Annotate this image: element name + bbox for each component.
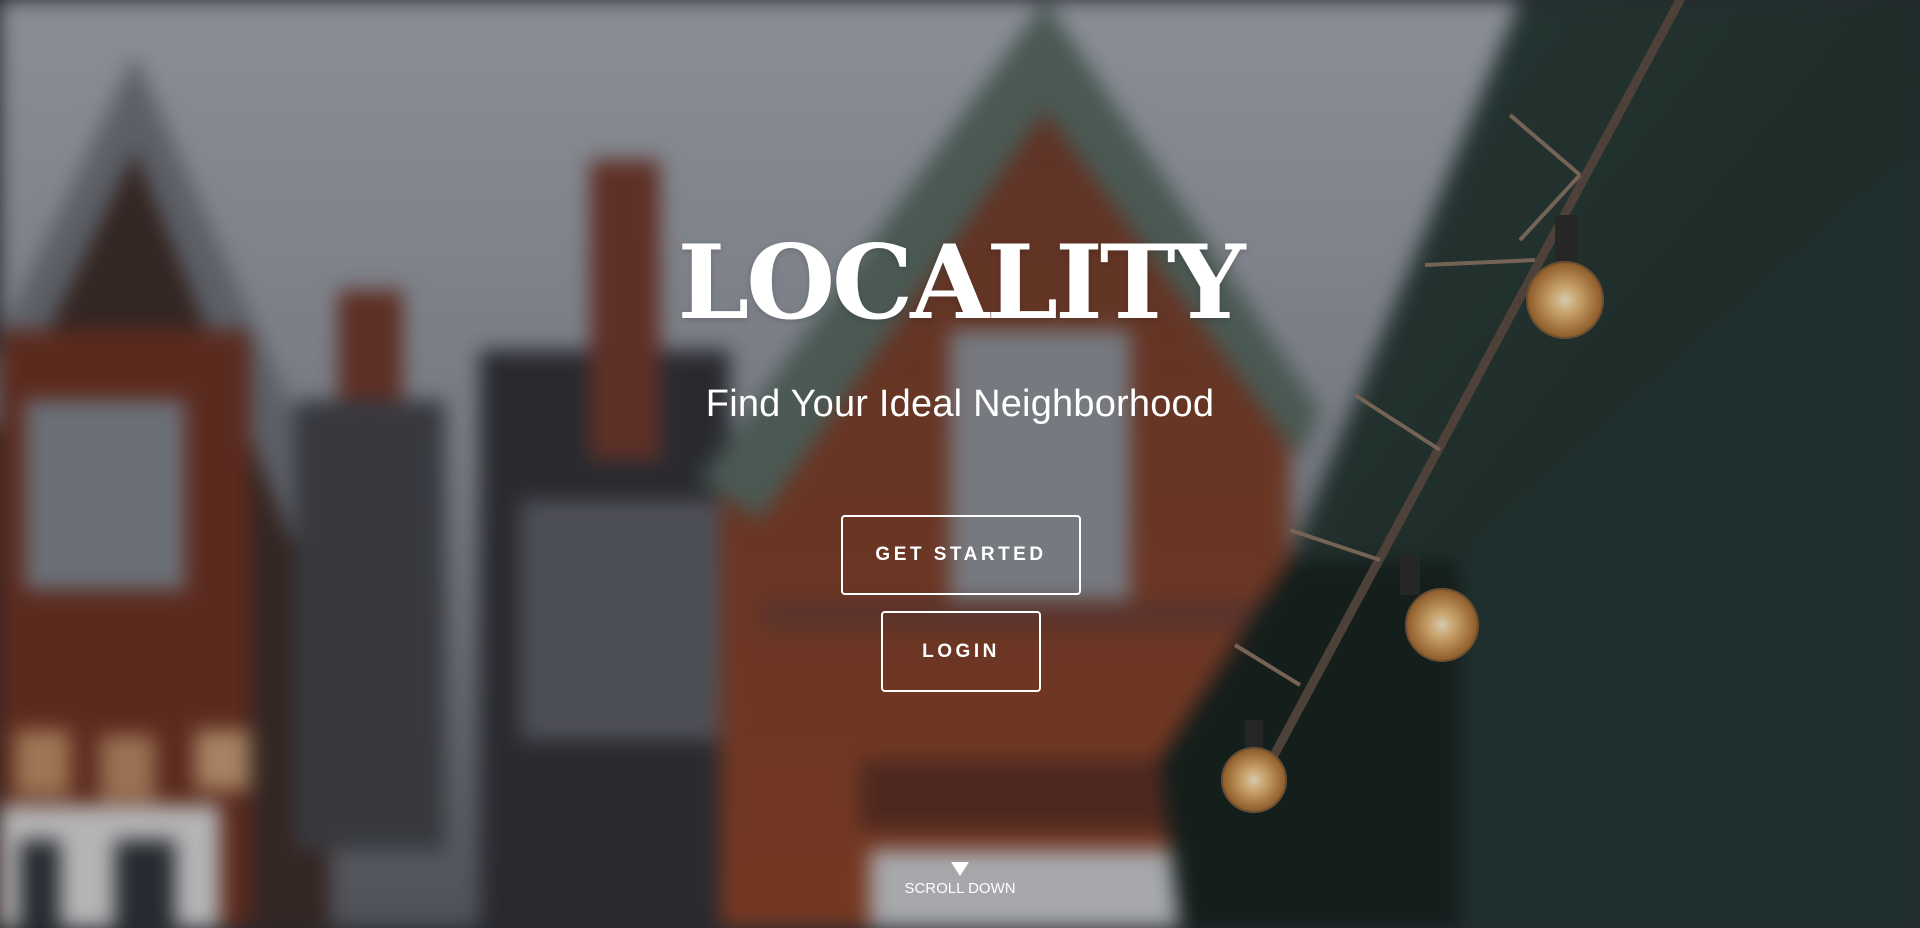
- site-title: LOCALITY: [677, 223, 1245, 343]
- triangle-down-icon: [951, 862, 969, 876]
- get-started-button[interactable]: GET STARTED: [841, 515, 1081, 595]
- scroll-down-link[interactable]: SCROLL DOWN: [0, 862, 1920, 897]
- login-button[interactable]: LOGIN: [881, 611, 1041, 692]
- hero-section: LOCALITY Find Your Ideal Neighborhood GE…: [0, 0, 1920, 928]
- scroll-down-label: SCROLL DOWN: [904, 880, 1016, 897]
- hero-content: LOCALITY Find Your Ideal Neighborhood GE…: [0, 0, 1920, 928]
- site-tagline: Find Your Ideal Neighborhood: [705, 383, 1215, 425]
